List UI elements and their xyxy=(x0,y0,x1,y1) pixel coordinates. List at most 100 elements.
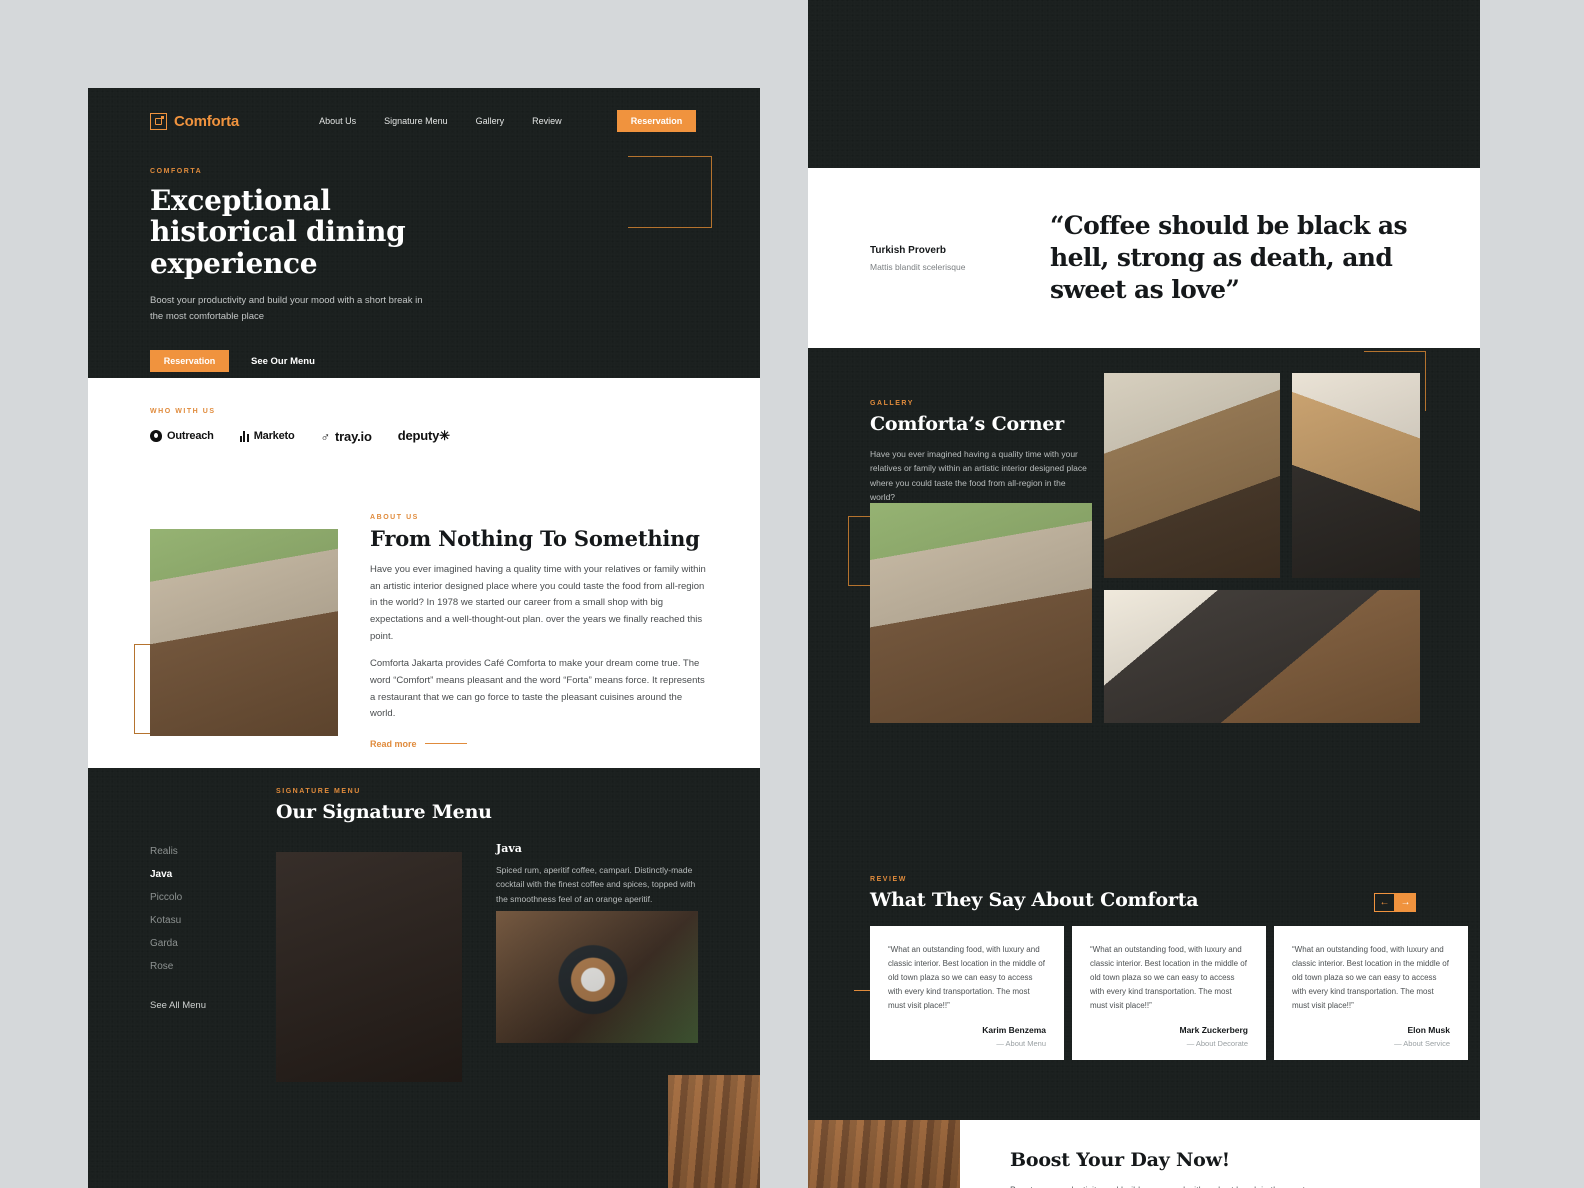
left-page-panel: Comforta About Us Signature Menu Gallery… xyxy=(88,88,760,1188)
hero-title: Exceptional historical dining experience xyxy=(150,184,406,280)
review-header: REVIEW What They Say About Comforta ← → xyxy=(870,876,1480,912)
review-author: Mark Zuckerberg xyxy=(1179,1025,1249,1035)
menu-item-garda[interactable]: Garda xyxy=(150,938,260,949)
boost-description: Boost your productivity and build your m… xyxy=(1010,1183,1330,1188)
partner-logo-outreach[interactable]: Outreach xyxy=(150,430,214,442)
signature-menu-list: Realis Java Piccolo Kotasu Garda Rose xyxy=(150,846,260,984)
arrow-left-icon[interactable]: ← xyxy=(1374,892,1395,912)
review-title: What They Say About Comforta xyxy=(870,889,1199,911)
signature-menu-title: Our Signature Menu xyxy=(276,801,492,823)
hero-cta-group: Reservation See Our Menu xyxy=(150,350,760,373)
nav-reservation-button[interactable]: Reservation xyxy=(617,110,696,132)
menu-item-piccolo[interactable]: Piccolo xyxy=(150,892,260,903)
brand-name: Comforta xyxy=(174,112,240,130)
signature-menu-detail: Java Spiced rum, aperitif coffee, campar… xyxy=(496,842,708,906)
menu-detail-description: Spiced rum, aperitif coffee, campari. Di… xyxy=(496,865,696,904)
quote-author: Turkish Proverb xyxy=(870,244,946,256)
review-attribution: Mark Zuckerberg — About Decorate xyxy=(1090,1025,1249,1048)
review-section: REVIEW What They Say About Comforta ← → … xyxy=(808,838,1480,1120)
partner-logo-list: Outreach Marketo ♂ tray.io deputy✳ xyxy=(150,428,760,444)
signature-menu-heading: SIGNATURE MENU Our Signature Menu xyxy=(276,788,492,824)
boost-copy: Boost Your Day Now! Boost your productiv… xyxy=(1010,1149,1330,1188)
gallery-description: Have you ever imagined having a quality … xyxy=(870,448,1087,503)
see-our-menu-link[interactable]: See Our Menu xyxy=(251,356,315,367)
review-attribution: Elon Musk — About Service xyxy=(1292,1025,1450,1048)
signature-menu-section: SIGNATURE MENU Our Signature Menu Realis… xyxy=(88,768,760,1163)
marketo-icon xyxy=(239,430,249,442)
partners-eyebrow: WHO WITH US xyxy=(150,408,216,415)
review-carousel-controls: ← → xyxy=(1374,892,1416,912)
review-card[interactable]: “What an outstanding food, with luxury a… xyxy=(1274,926,1468,1060)
nav-link-signature-menu[interactable]: Signature Menu xyxy=(384,116,448,126)
hero-subtitle: Boost your productivity and build your m… xyxy=(150,295,423,322)
partner-label: tray.io xyxy=(335,428,372,444)
hero-eyebrow: COMFORTA xyxy=(150,168,203,175)
partner-logo-deputy[interactable]: deputy✳ xyxy=(398,428,450,444)
nav-link-about-us[interactable]: About Us xyxy=(319,116,356,126)
tray-icon: ♂ xyxy=(320,428,331,444)
gallery-photo-1[interactable] xyxy=(1104,373,1280,578)
about-section: ABOUT US From Nothing To Something Have … xyxy=(88,496,760,768)
signature-menu-main-photo xyxy=(276,852,462,1082)
review-eyebrow: REVIEW xyxy=(870,876,907,883)
review-role: — About Menu xyxy=(996,1039,1046,1048)
boost-section: Boost Your Day Now! Boost your productiv… xyxy=(808,1120,1480,1188)
review-quote: “What an outstanding food, with luxury a… xyxy=(888,945,1045,1010)
gallery-section: GALLERY Comforta’s Corner Have you ever … xyxy=(808,348,1480,838)
partner-label: Marketo xyxy=(253,430,295,442)
gallery-photo-3[interactable] xyxy=(1104,590,1420,723)
about-paragraph-1: Have you ever imagined having a quality … xyxy=(370,564,706,642)
quote-author-block: Turkish Proverb Mattis blandit scelerisq… xyxy=(870,245,1050,272)
screenshot-stage: Comforta About Us Signature Menu Gallery… xyxy=(0,0,1584,1188)
quote-section: Turkish Proverb Mattis blandit scelerisq… xyxy=(808,168,1480,348)
review-author: Elon Musk xyxy=(1407,1025,1450,1035)
partner-label: Outreach xyxy=(167,430,214,442)
nav-link-gallery[interactable]: Gallery xyxy=(476,116,505,126)
top-navigation: Comforta About Us Signature Menu Gallery… xyxy=(88,88,760,154)
boost-title: Boost Your Day Now! xyxy=(1010,1149,1230,1171)
read-more-label: Read more xyxy=(370,738,417,749)
review-heading-text: REVIEW What They Say About Comforta xyxy=(870,876,1199,912)
menu-item-realis[interactable]: Realis xyxy=(150,846,260,857)
menu-item-kotasu[interactable]: Kotasu xyxy=(150,915,260,926)
review-attribution: Karim Benzema — About Menu xyxy=(888,1025,1046,1048)
see-all-menu-link[interactable]: See All Menu xyxy=(150,1000,206,1011)
menu-item-rose[interactable]: Rose xyxy=(150,961,260,972)
quote-text: “Coffee should be black as hell, strong … xyxy=(1050,211,1408,304)
review-carousel-track[interactable]: “What an outstanding food, with luxury a… xyxy=(870,926,1468,1060)
partner-label: deputy✳ xyxy=(397,428,450,443)
quote-author-subtitle: Mattis blandit scelerisque xyxy=(870,261,966,272)
hero-reservation-button[interactable]: Reservation xyxy=(150,350,229,373)
about-read-more-link[interactable]: Read more xyxy=(370,739,710,749)
brand-logo[interactable]: Comforta xyxy=(150,112,240,130)
review-role: — About Service xyxy=(1394,1039,1450,1048)
partner-logo-marketo[interactable]: Marketo xyxy=(239,430,295,442)
left-panel-footer-strip xyxy=(88,1075,760,1188)
outreach-icon xyxy=(150,430,162,442)
read-more-rule xyxy=(424,743,467,745)
gallery-photo-large[interactable] xyxy=(870,503,1092,723)
nav-link-review[interactable]: Review xyxy=(532,116,562,126)
partners-section: WHO WITH US Outreach Marketo ♂ tray.io d… xyxy=(88,378,760,496)
arrow-right-icon[interactable]: → xyxy=(1395,892,1416,912)
menu-detail-name: Java xyxy=(496,842,522,855)
review-quote: “What an outstanding food, with luxury a… xyxy=(1292,945,1449,1010)
partner-logo-trayio[interactable]: ♂ tray.io xyxy=(320,429,371,444)
footer-photo xyxy=(668,1075,760,1188)
signature-menu-continued xyxy=(808,0,1480,168)
gallery-title: Comforta’s Corner xyxy=(870,413,1065,435)
review-author: Karim Benzema xyxy=(982,1025,1046,1035)
about-title: From Nothing To Something xyxy=(370,526,700,551)
hero-content: COMFORTA Exceptional historical dining e… xyxy=(88,154,760,373)
about-photo xyxy=(150,529,338,736)
hero-section: Comforta About Us Signature Menu Gallery… xyxy=(88,88,760,378)
review-card[interactable]: “What an outstanding food, with luxury a… xyxy=(1072,926,1266,1060)
review-quote: “What an outstanding food, with luxury a… xyxy=(1090,945,1247,1010)
right-page-panel: Turkish Proverb Mattis blandit scelerisq… xyxy=(808,0,1480,1188)
gallery-photo-2[interactable] xyxy=(1292,373,1420,578)
menu-item-java[interactable]: Java xyxy=(150,869,260,880)
about-eyebrow: ABOUT US xyxy=(370,514,419,521)
review-role: — About Decorate xyxy=(1186,1039,1248,1048)
review-card[interactable]: “What an outstanding food, with luxury a… xyxy=(870,926,1064,1060)
gallery-eyebrow: GALLERY xyxy=(870,400,914,407)
